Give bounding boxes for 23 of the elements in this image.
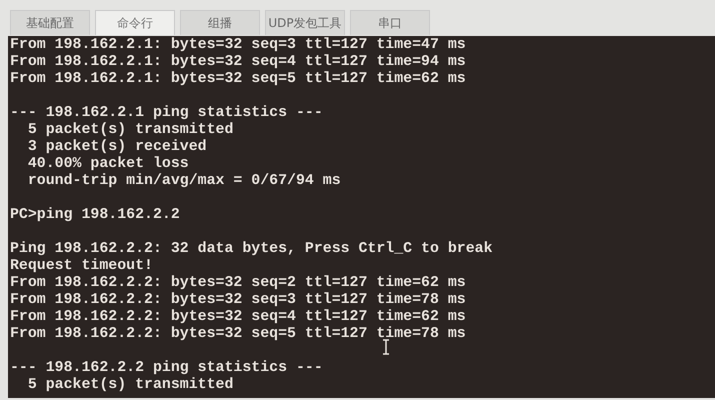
tab[interactable]: UDP发包工具 xyxy=(265,10,345,35)
tab[interactable]: 串口 xyxy=(350,10,430,35)
terminal-line: From 198.162.2.1: bytes=32 seq=3 ttl=127 time=47 ms xyxy=(10,37,466,54)
terminal-line: 5 packet(s) transmitted xyxy=(26,122,234,139)
terminal-line: --- 198.162.2.1 ping statistics --- xyxy=(10,105,323,122)
terminal-line: From 198.162.2.2: bytes=32 seq=3 ttl=127 time=78 ms xyxy=(10,292,466,309)
terminal-line: PC>ping 198.162.2.2 xyxy=(10,207,180,224)
terminal-line: From 198.162.2.2: bytes=32 seq=5 ttl=127 time=78 ms xyxy=(10,326,466,343)
terminal-line: Request timeout! xyxy=(10,258,153,275)
terminal-line: Ping 198.162.2.2: 32 data bytes, Press Ctrl_C to break xyxy=(10,241,493,258)
terminal-line: --- 198.162.2.2 ping statistics --- xyxy=(10,360,323,377)
tab[interactable]: 基础配置 xyxy=(10,10,90,35)
terminal-line: 3 packet(s) received xyxy=(26,139,207,156)
terminal-line: From 198.162.2.2: bytes=32 seq=4 ttl=127 time=62 ms xyxy=(10,309,466,326)
tab[interactable]: 组播 xyxy=(180,10,260,35)
terminal-line: From 198.162.2.1: bytes=32 seq=4 ttl=127 time=94 ms xyxy=(10,54,466,71)
terminal-line: From 198.162.2.2: bytes=32 seq=2 ttl=127 time=62 ms xyxy=(10,275,466,292)
terminal-line: 40.00% packet loss xyxy=(26,156,189,173)
tab[interactable]: 命令行 xyxy=(95,10,175,35)
terminal-line: From 198.162.2.1: bytes=32 seq=5 ttl=127 time=62 ms xyxy=(10,71,466,88)
text-cursor-icon xyxy=(382,339,390,355)
terminal-line: round-trip min/avg/max = 0/67/94 ms xyxy=(26,173,341,190)
terminal-line: 5 packet(s) transmitted xyxy=(26,377,234,394)
